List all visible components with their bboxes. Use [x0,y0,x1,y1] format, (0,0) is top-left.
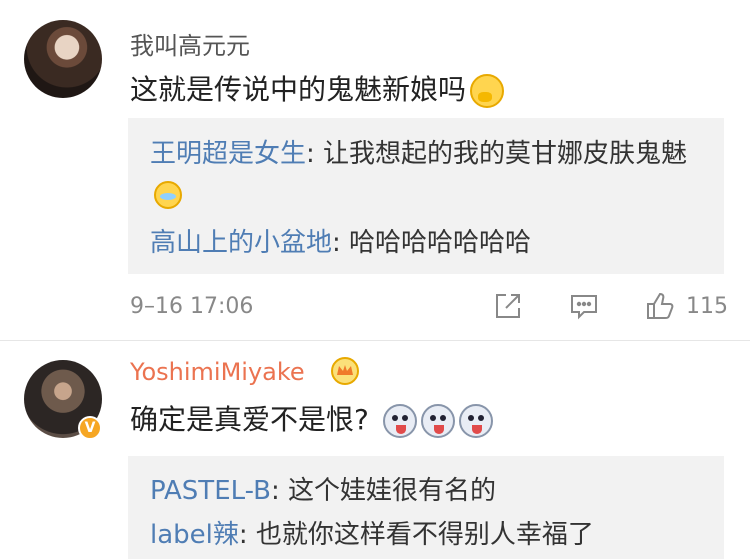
like-icon[interactable] [644,290,676,322]
comment-body: 确定是真爱不是恨? [130,403,369,436]
comment-username[interactable]: YoshimiMiyake [130,358,305,386]
reply-username[interactable]: 高山上的小盆地 [150,228,332,258]
laugh-cry-emoji-icon [154,180,182,209]
husky-emoji-icon [420,404,455,438]
reply-separator: : [306,139,324,169]
crown-icon [331,357,359,385]
reply-item[interactable]: PASTEL-B: 这个娃娃很有名的 [150,470,496,507]
reply-icon[interactable] [568,290,600,322]
reply-item[interactable]: 高山上的小盆地: 哈哈哈哈哈哈哈 [150,222,531,259]
share-icon[interactable] [492,290,524,322]
reply-separator: : [238,520,256,550]
comment-username[interactable]: 我叫高元元 [130,26,250,61]
reply-separator: : [332,228,350,258]
reply-username[interactable]: PASTEL-B [150,476,271,506]
comment-text: 这就是传说中的鬼魅新娘吗 [130,68,505,108]
reply-item[interactable]: label辣: 也就你这样看不得别人幸福了 [150,514,594,551]
reply-list[interactable]: PASTEL-B: 这个娃娃很有名的 label辣: 也就你这样看不得别人幸福了 [128,456,724,559]
reply-text: 让我想起的我的莫甘娜皮肤鬼魅 [323,139,688,169]
comment-body: 这就是传说中的鬼魅新娘吗 [130,73,467,106]
husky-emoji-icon [382,404,417,438]
reply-item[interactable]: 王明超是女生: 让我想起的我的莫甘娜皮肤鬼魅 [150,134,690,214]
husky-emoji-icon [458,404,493,438]
reply-text: 哈哈哈哈哈哈哈 [349,228,532,258]
verified-badge-icon: V [78,416,102,440]
thinking-emoji-icon [470,74,505,108]
reply-username[interactable]: label辣 [150,520,239,550]
comment-text: 确定是真爱不是恨? [130,398,493,438]
like-count: 115 [686,294,728,319]
comment-timestamp: 9–16 17:06 [130,294,254,319]
reply-text: 也就你这样看不得别人幸福了 [255,520,594,550]
reply-separator: : [270,476,288,506]
comment-divider [0,340,750,341]
reply-username[interactable]: 王明超是女生 [150,139,306,169]
avatar[interactable] [24,20,102,98]
reply-text: 这个娃娃很有名的 [287,476,496,506]
reply-list[interactable]: 王明超是女生: 让我想起的我的莫甘娜皮肤鬼魅 高山上的小盆地: 哈哈哈哈哈哈哈 [128,118,724,274]
